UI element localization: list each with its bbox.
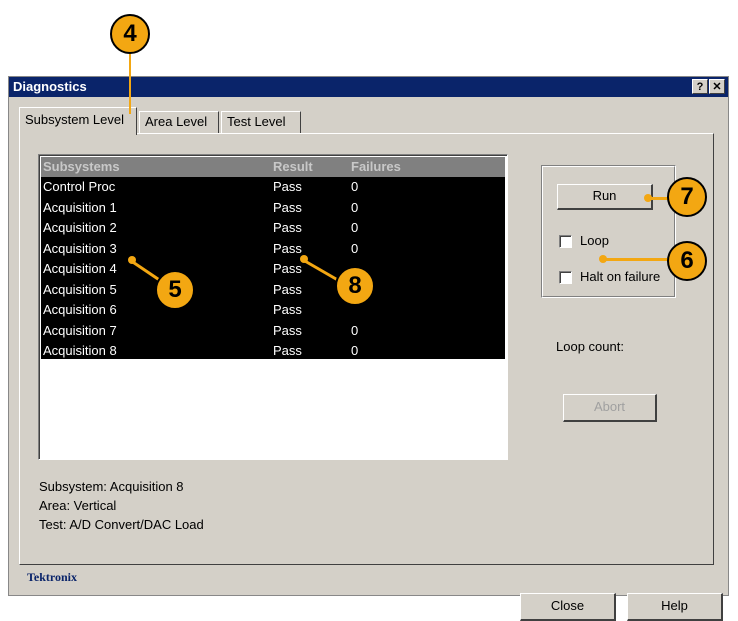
- callout-7-leader: [648, 197, 668, 200]
- callout-6-leader: [603, 258, 667, 261]
- diagnostics-window: Diagnostics ? ✕ Subsystem Level Area Lev…: [8, 76, 729, 596]
- callout-7: 7: [667, 177, 707, 217]
- callout-4: 4: [110, 14, 150, 54]
- dialog-close-button[interactable]: Close: [520, 593, 616, 621]
- tab-panel: [19, 133, 714, 565]
- dialog-help-button[interactable]: Help: [627, 593, 723, 621]
- callout-4-leader: [129, 54, 131, 114]
- tab-test-level[interactable]: Test Level: [221, 111, 301, 133]
- tab-subsystem-level[interactable]: Subsystem Level: [19, 107, 137, 135]
- close-title-button[interactable]: ✕: [709, 79, 725, 94]
- title-bar: Diagnostics ? ✕: [9, 77, 728, 97]
- callout-5: 5: [155, 270, 195, 310]
- window-title: Diagnostics: [13, 79, 87, 94]
- help-title-button[interactable]: ?: [692, 79, 708, 94]
- tab-area-level[interactable]: Area Level: [139, 111, 219, 133]
- callout-6: 6: [667, 241, 707, 281]
- tektronix-logo: Tektronix: [27, 570, 78, 584]
- callout-8: 8: [335, 266, 375, 306]
